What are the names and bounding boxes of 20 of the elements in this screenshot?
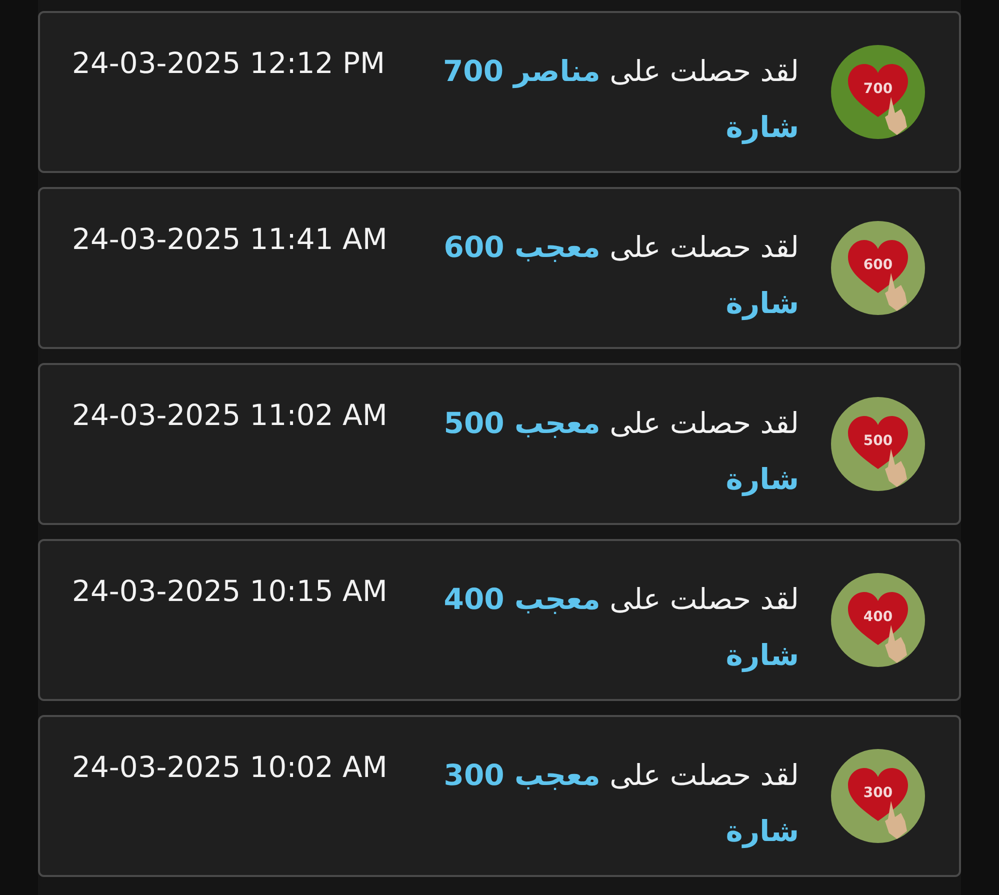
heart-hand-drawing	[848, 592, 908, 663]
badge-number: 400	[862, 608, 894, 627]
notification-message: لقد حصلت على معجب 600 شارة	[442, 229, 800, 322]
badge-number: 600	[862, 256, 894, 275]
timestamp: 24-03-2025 11:02 AM	[72, 397, 388, 434]
notification-message: لقد حصلت على مناصر 700 شارة	[442, 53, 800, 146]
heart-hand-drawing	[848, 240, 908, 311]
badge-number: 700	[862, 80, 894, 99]
notification-message: لقد حصلت على معجب 300 شارة	[442, 757, 800, 850]
notification-message: لقد حصلت على معجب 400 شارة	[442, 581, 800, 674]
heart-hand-drawing	[848, 768, 908, 839]
badge-number: 500	[862, 432, 894, 451]
heart-hand-drawing	[848, 416, 908, 487]
timestamp: 24-03-2025 10:02 AM	[72, 749, 388, 786]
timestamp: 24-03-2025 11:41 AM	[72, 221, 388, 258]
badge-number: 300	[862, 784, 894, 803]
notification-message: لقد حصلت على معجب 500 شارة	[442, 405, 800, 498]
heart-hand-drawing	[848, 64, 908, 135]
timestamp: 24-03-2025 12:12 PM	[72, 45, 386, 82]
timestamp: 24-03-2025 10:15 AM	[72, 573, 388, 610]
